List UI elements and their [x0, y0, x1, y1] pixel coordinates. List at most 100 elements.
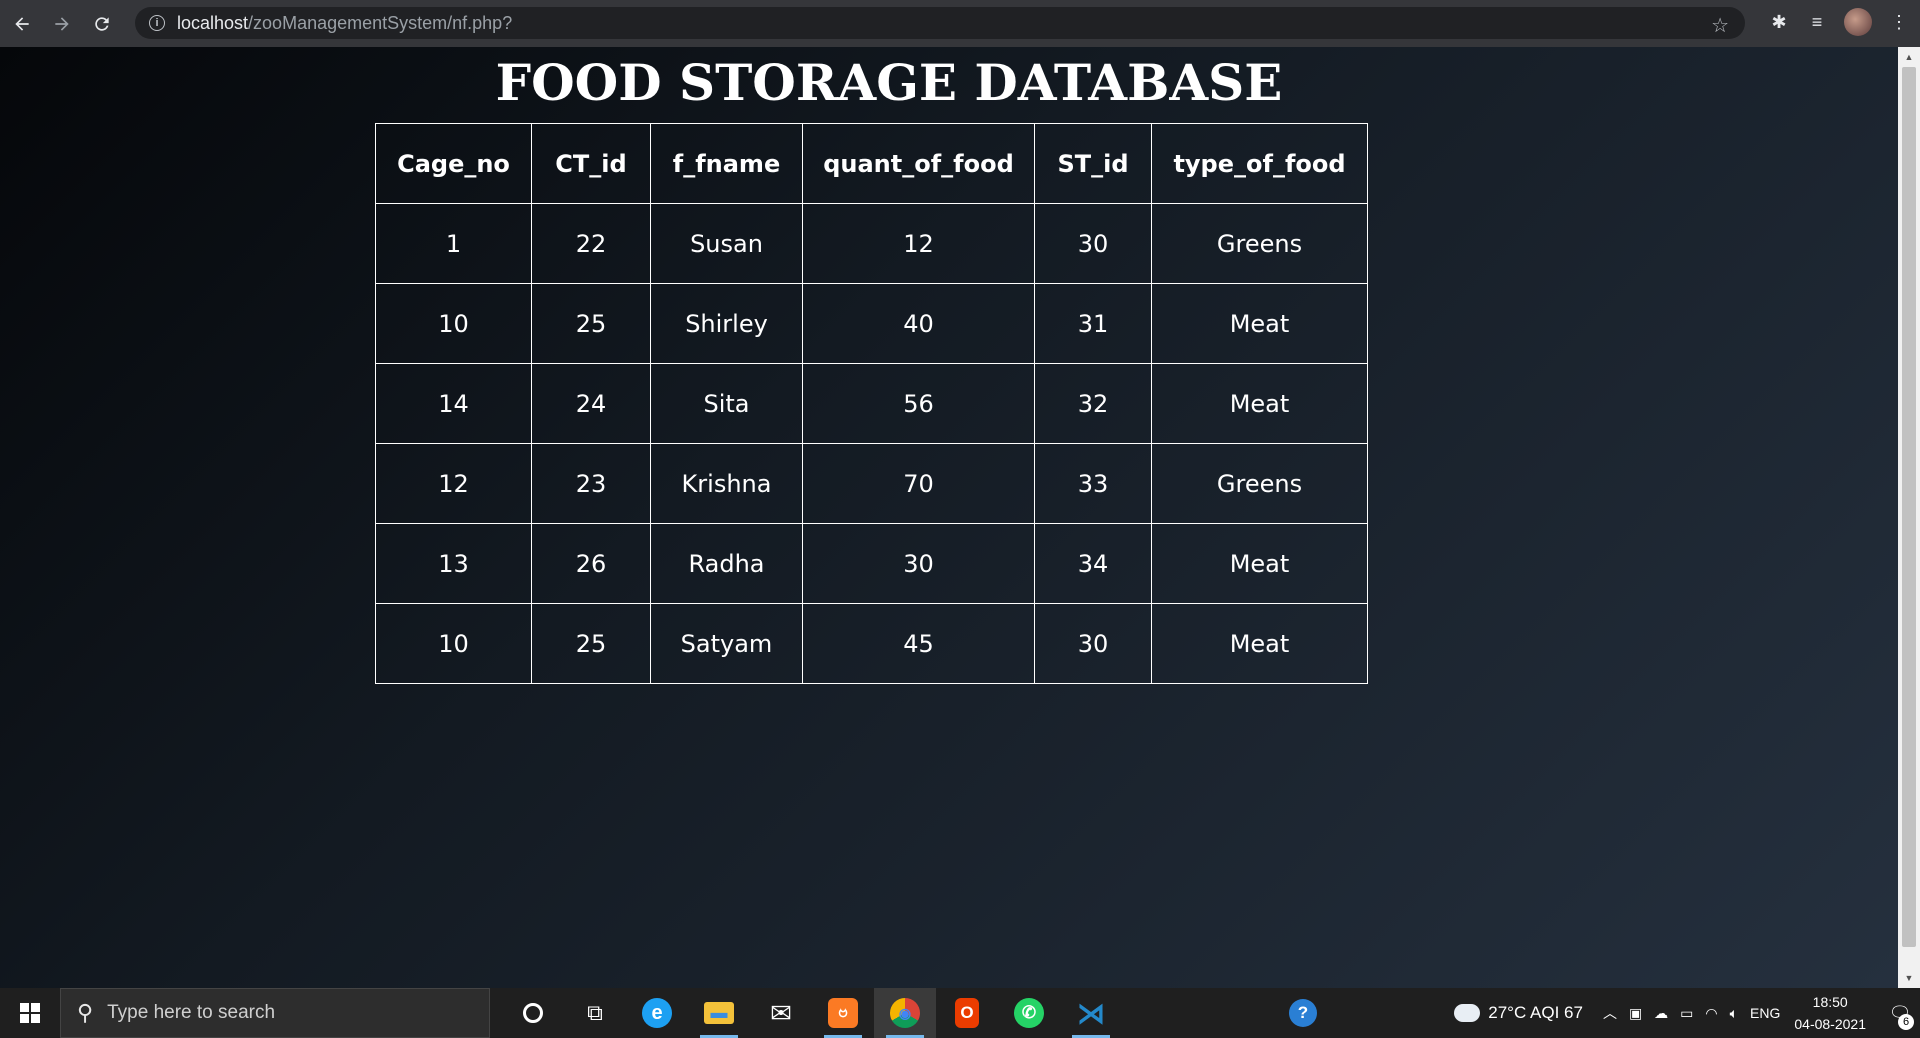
office-button[interactable]: O	[936, 988, 998, 1038]
task-view-button[interactable]: ⧉	[564, 988, 626, 1038]
cell-f-fname: Krishna	[650, 443, 803, 524]
column-header: f_fname	[650, 123, 803, 204]
column-header: ST_id	[1034, 123, 1152, 204]
help-button[interactable]: ?	[1272, 988, 1334, 1038]
task-view-icon: ⧉	[587, 1000, 603, 1025]
taskbar-search-box[interactable]: ⚲ Type here to search	[60, 988, 490, 1038]
toolbar-actions: ✱ ≡ ⋮	[1768, 8, 1910, 36]
cell-f-fname: Radha	[650, 523, 803, 604]
meet-now-icon[interactable]: ▣	[1629, 1005, 1642, 1022]
chrome-button[interactable]: ◉	[874, 988, 936, 1038]
clock-time: 18:50	[1812, 994, 1848, 1010]
cell-st-id: 31	[1034, 283, 1152, 364]
cell-type-of-food: Greens	[1151, 203, 1368, 284]
chevron-up-icon[interactable]: ︿	[1603, 1003, 1617, 1023]
taskbar-apps: ⧉ e ▬ ✉ ဗ ◉ O ✆ ⋊ ?	[502, 988, 1334, 1038]
help-icon: ?	[1289, 999, 1317, 1027]
table-row: 14 24 Sita 56 32 Meat	[375, 363, 1368, 444]
column-header: type_of_food	[1151, 123, 1368, 204]
cell-cage-no: 14	[375, 363, 532, 444]
weather-widget[interactable]: 27°C AQI 67	[1454, 998, 1583, 1023]
language-indicator[interactable]: ENG	[1750, 1005, 1780, 1021]
back-button[interactable]	[4, 6, 40, 42]
cell-quant-of-food: 70	[802, 443, 1035, 524]
cell-type-of-food: Meat	[1151, 603, 1368, 684]
extensions-puzzle-icon[interactable]: ✱	[1768, 11, 1790, 33]
cell-quant-of-food: 40	[802, 283, 1035, 364]
cell-ct-id: 23	[531, 443, 651, 524]
cell-ct-id: 25	[531, 283, 651, 364]
cell-quant-of-food: 45	[802, 603, 1035, 684]
site-info-icon[interactable]: i	[149, 15, 165, 31]
edge-button[interactable]: e	[626, 988, 688, 1038]
cell-st-id: 30	[1034, 603, 1152, 684]
column-header: CT_id	[531, 123, 651, 204]
scrollbar-thumb[interactable]	[1902, 67, 1916, 947]
mail-icon: ✉	[770, 997, 792, 1028]
battery-icon[interactable]: ▭	[1680, 1005, 1693, 1022]
page-title: FOOD STORAGE DATABASE	[495, 53, 1283, 112]
profile-avatar[interactable]	[1844, 8, 1872, 36]
cell-f-fname: Shirley	[650, 283, 803, 364]
vertical-scrollbar[interactable]: ▲ ▼	[1898, 47, 1920, 988]
mail-button[interactable]: ✉	[750, 988, 812, 1038]
file-explorer-icon: ▬	[704, 1002, 734, 1024]
volume-icon[interactable]: 🔈︎	[1730, 1005, 1738, 1022]
cortana-button[interactable]	[502, 988, 564, 1038]
cell-quant-of-food: 56	[802, 363, 1035, 444]
file-explorer-button[interactable]: ▬	[688, 988, 750, 1038]
cell-ct-id: 25	[531, 603, 651, 684]
onedrive-cloud-icon[interactable]: ☁	[1654, 1005, 1668, 1022]
scroll-down-arrow-icon[interactable]: ▼	[1898, 970, 1920, 986]
table-header-row: Cage_no CT_id f_fname quant_of_food ST_i…	[375, 123, 1368, 204]
table-row: 13 26 Radha 30 34 Meat	[375, 523, 1368, 604]
cell-type-of-food: Meat	[1151, 363, 1368, 444]
column-header: Cage_no	[375, 123, 532, 204]
vscode-icon: ⋊	[1077, 997, 1105, 1029]
cell-st-id: 34	[1034, 523, 1152, 604]
browser-toolbar: i localhost/zooManagementSystem/nf.php? …	[0, 0, 1920, 47]
tray-icons: ︿ ▣ ☁ ▭ ◠ 🔈︎ ENG	[1603, 1003, 1780, 1023]
cell-cage-no: 1	[375, 203, 532, 284]
vscode-button[interactable]: ⋊	[1060, 988, 1122, 1038]
system-tray: 27°C AQI 67 ︿ ▣ ☁ ▭ ◠ 🔈︎ ENG 18:50 04-08…	[1454, 988, 1920, 1038]
notifications-button[interactable]: 🗨︎ 6	[1880, 988, 1920, 1038]
cell-ct-id: 26	[531, 523, 651, 604]
clock-date: 04-08-2021	[1794, 1016, 1866, 1032]
cell-type-of-food: Meat	[1151, 283, 1368, 364]
cell-cage-no: 10	[375, 603, 532, 684]
scroll-up-arrow-icon[interactable]: ▲	[1898, 49, 1920, 65]
back-arrow-icon	[15, 16, 29, 31]
cell-cage-no: 13	[375, 523, 532, 604]
cell-f-fname: Sita	[650, 363, 803, 444]
forward-arrow-icon	[55, 16, 69, 31]
cell-type-of-food: Greens	[1151, 443, 1368, 524]
reload-button[interactable]	[84, 6, 120, 42]
cell-quant-of-food: 30	[802, 523, 1035, 604]
search-placeholder: Type here to search	[107, 1002, 276, 1023]
windows-logo-icon	[20, 1003, 40, 1023]
whatsapp-button[interactable]: ✆	[998, 988, 1060, 1038]
bookmark-star-icon[interactable]: ☆	[1711, 13, 1729, 38]
clock[interactable]: 18:50 04-08-2021	[1794, 991, 1866, 1035]
windows-taskbar: ⚲ Type here to search ⧉ e ▬ ✉ ဗ ◉ O ✆ ⋊ …	[0, 988, 1920, 1038]
start-button[interactable]	[0, 988, 60, 1038]
reload-icon	[95, 16, 109, 31]
cell-quant-of-food: 12	[802, 203, 1035, 284]
wifi-icon[interactable]: ◠	[1705, 1005, 1717, 1022]
reading-list-icon[interactable]: ≡	[1806, 11, 1828, 33]
forward-button[interactable]	[44, 6, 80, 42]
address-bar[interactable]: i localhost/zooManagementSystem/nf.php? …	[135, 7, 1745, 39]
cell-cage-no: 10	[375, 283, 532, 364]
url-host: localhost	[177, 12, 249, 33]
table-row: 10 25 Shirley 40 31 Meat	[375, 283, 1368, 364]
chrome-icon: ◉	[890, 998, 920, 1028]
url-path: /zooManagementSystem/nf.php?	[248, 12, 513, 33]
cell-st-id: 33	[1034, 443, 1152, 524]
edge-icon: e	[642, 998, 672, 1028]
cell-f-fname: Satyam	[650, 603, 803, 684]
more-menu-icon[interactable]: ⋮	[1888, 11, 1910, 33]
cortana-icon	[523, 1003, 543, 1023]
xampp-button[interactable]: ဗ	[812, 988, 874, 1038]
food-storage-table: Cage_no CT_id f_fname quant_of_food ST_i…	[375, 123, 1368, 684]
